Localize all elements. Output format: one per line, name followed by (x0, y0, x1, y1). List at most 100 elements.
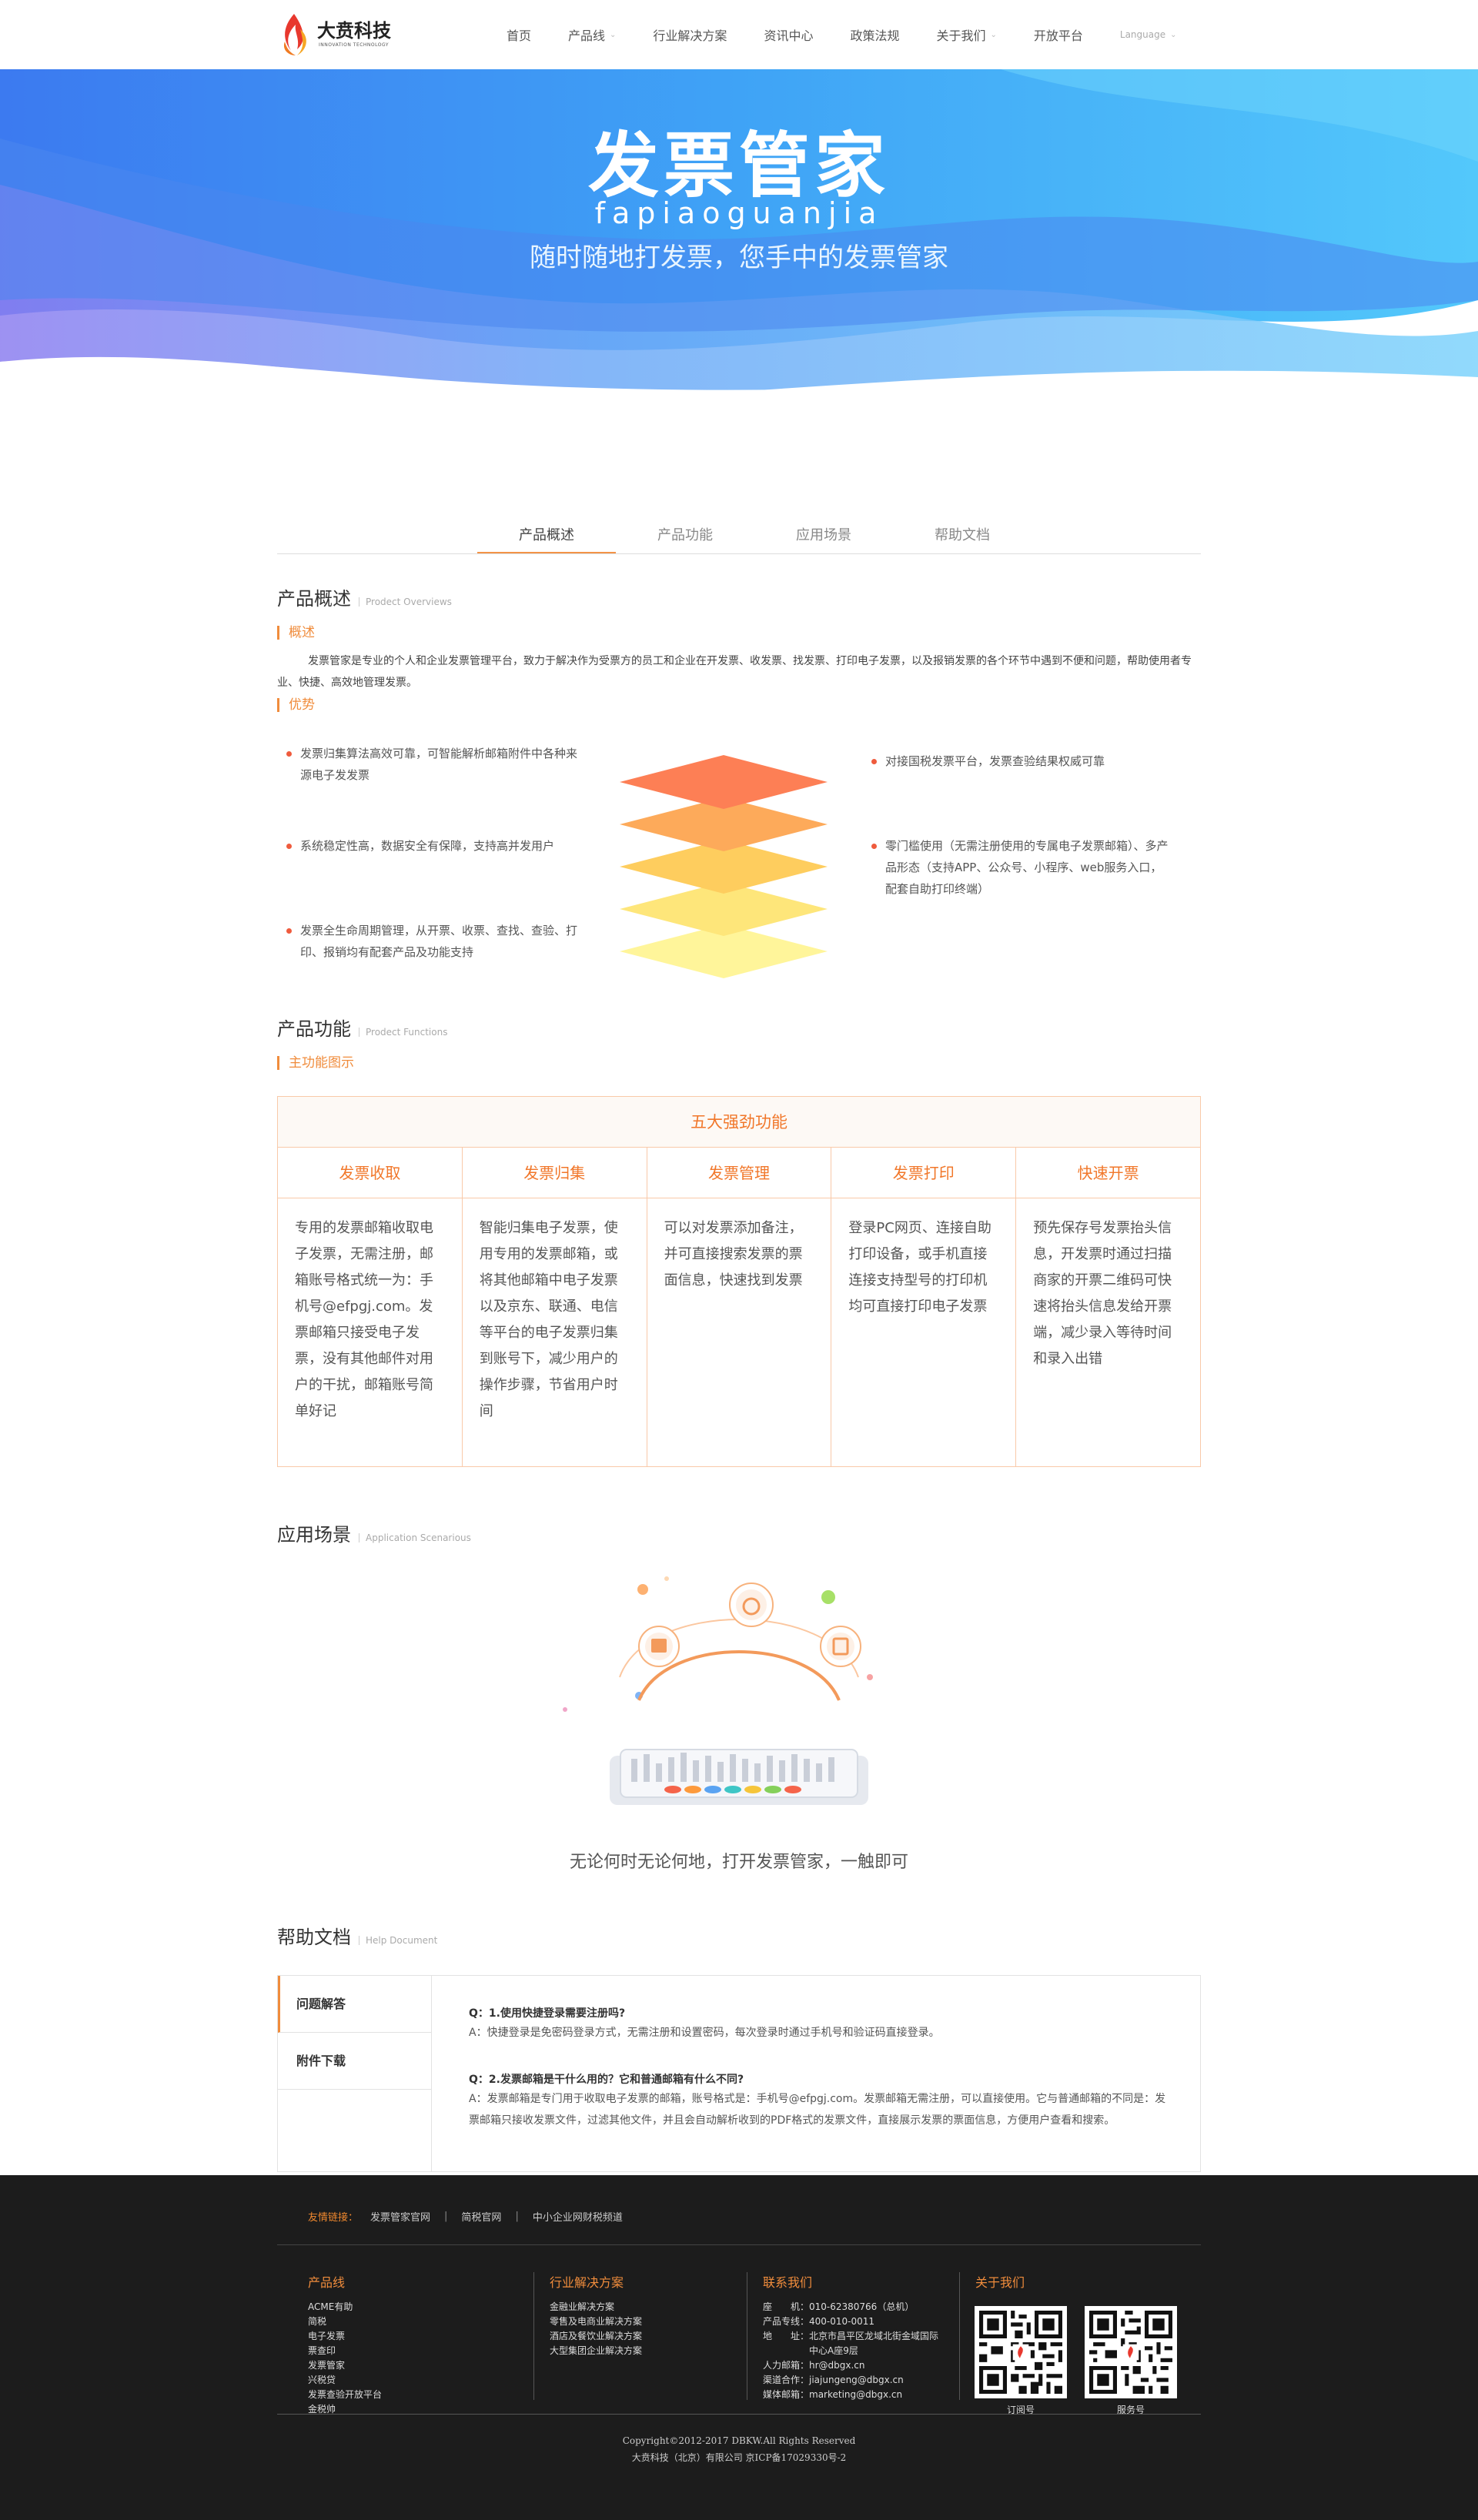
functions-title-en: Prodect Functions (359, 1028, 447, 1037)
hero-banner: 发票管家 fapiaoguanjia 随时随地打发票，您手中的发票管家 (0, 69, 1478, 416)
footer-divider-bottom (277, 2414, 1201, 2415)
function-name: 发票管理 (647, 1148, 831, 1198)
help-title-en: Help Document (359, 1936, 437, 1945)
nav-item[interactable]: 首页 (507, 25, 531, 44)
function-description: 登录PC网页、连接自助打印设备，或手机直接连接支持型号的打印机均可直接打印电子发… (848, 1220, 991, 1315)
overview-title-en: Prodect Overviews (359, 597, 452, 607)
footer-contact: 联系我们 座 机：010-62380766（总机） 产品专线：400-010-00… (747, 2272, 938, 2400)
footer-list-item: 媒体邮箱：marketing@dbgx.cn (763, 2389, 903, 2400)
footer-list-item[interactable]: 酒店及餐饮业解决方案 (550, 2329, 642, 2344)
function-column: 发票打印登录PC网页、连接自助打印设备，或手机直接连接支持型号的打印机均可直接打… (831, 1148, 1017, 1466)
friend-link[interactable]: 简税官网 (461, 2209, 501, 2224)
nav-item[interactable]: 关于我们 ⌄ (936, 25, 996, 44)
nav-item[interactable]: 资讯中心 (764, 25, 813, 44)
footer-list-item[interactable]: 金税帅 (308, 2402, 382, 2417)
qr-code-service (1085, 2306, 1177, 2398)
help-tab-downloads[interactable]: 附件下载 (278, 2033, 431, 2090)
footer-contact-list: 座 机：010-62380766（总机） 产品专线：400-010-0011 地 址… (763, 2300, 938, 2402)
footer-contact-title: 联系我们 (763, 2275, 813, 2290)
footer-list-item: 座 机：010-62380766（总机） (763, 2301, 915, 2312)
hero-slogan: 随时随地打发票，您手中的发票管家 (530, 242, 948, 273)
friend-links: 友情链接： 发票管家官网 | 简税官网 | 中小企业网财税频道 (308, 2209, 623, 2224)
help-title: 帮助文档 (277, 1927, 351, 1948)
footer-list-item[interactable]: 票查印 (308, 2344, 382, 2358)
footer-list-item[interactable]: 兴税贷 (308, 2373, 382, 2388)
bullet-dot (286, 844, 292, 849)
footer-list-item[interactable]: 发票管家 (308, 2358, 382, 2373)
nav-item-label: 首页 (507, 28, 532, 43)
nav-item[interactable]: 政策法规 (850, 25, 899, 44)
tab-item[interactable]: 产品概述 (477, 520, 616, 553)
function-description: 专用的发票邮箱收取电子发票，无需注册，邮箱账号格式统一为：手机号@efpgj.c… (295, 1220, 433, 1419)
help-box: 问题解答 附件下载 Q：1.使用快捷登录需要注册吗? A：快捷登录是免密码登录方… (277, 1975, 1201, 2172)
chevron-down-icon: ⌄ (990, 30, 997, 39)
icp-text: 大贲科技（北京）有限公司 京ICP备17029330号-2 (631, 2452, 847, 2463)
scene-caption: 无论何时无论何地，打开发票管家，一触即可 (569, 1853, 908, 1872)
bullet-dot (286, 751, 292, 757)
function-name: 发票收取 (278, 1148, 462, 1198)
hero-title: 发票管家 (587, 125, 890, 207)
copyright-text: Copyright©2012-2017 DBKW.All Rights Rese… (622, 2435, 856, 2446)
chevron-down-icon: ⌄ (1170, 30, 1177, 39)
main-nav: 首页 产品线 ⌄ 行业解决方案 资讯中心 政策法规 关于我们 ⌄ 开放平台 Language ⌄ (507, 0, 1214, 69)
friend-links-label: 友情链接： (308, 2212, 359, 2224)
footer-products: 产品线 ACME有助 简税 电子发票 票查印 发票管家 兴税贷 发票查验开放平台 金税帅 (308, 2272, 382, 2417)
functions-heading: 产品功能 Prodect Functions (277, 1014, 1201, 1041)
advantage-item: 零门槛使用（无需注册使用的专属电子发票邮箱）、多产品形态（支持APP、公众号、小… (862, 835, 1170, 900)
footer-about-title: 关于我们 (975, 2275, 1025, 2290)
nav-item-label: 政策法规 (850, 28, 900, 43)
footer-products-title: 产品线 (308, 2275, 346, 2290)
nav-item-label: 产品线 (568, 28, 606, 43)
overview-subtitle: 概述 (277, 626, 1201, 640)
bullet-dot (871, 844, 877, 849)
language-selector[interactable]: Language ⌄ (1120, 29, 1177, 40)
hero-pinyin: fapiaoguanjia (594, 196, 884, 230)
function-description: 预先保存号发票抬头信息，开发票时通过扫描商家的开票二维码可快速将抬头信息发给开票… (1033, 1220, 1172, 1367)
nav-item[interactable]: 行业解决方案 (653, 25, 727, 44)
footer-list-item[interactable]: ACME有助 (308, 2300, 382, 2314)
tablet-scene-illustration (563, 1576, 873, 1805)
layered-stack-illustration (620, 755, 828, 978)
advantage-item: 发票全生命周期管理，从开票、收票、查找、查验、打印、报销均有配套产品及功能支持 (277, 920, 577, 963)
logo-name: 大贲科技 (317, 20, 391, 42)
function-name: 快速开票 (1016, 1148, 1200, 1198)
scene-illustration (277, 1562, 1201, 1847)
footer-solutions-inner: 行业解决方案 金融业解决方案 零售及电商业解决方案 酒店及餐饮业解决方案 大型集团企业… (550, 2272, 642, 2358)
nav-item[interactable]: 开放平台 (1034, 25, 1083, 44)
footer-list-item[interactable]: 大型集团企业解决方案 (550, 2344, 642, 2358)
tab-item[interactable]: 帮助文档 (893, 520, 1032, 553)
advantages-panel: 发票归集算法高效可靠，可智能解析邮箱附件中各种来源电子发发票 系统稳定性高，数据… (277, 720, 1201, 997)
friend-link[interactable]: 发票管家官网 (370, 2209, 430, 2224)
overview-title: 产品概述 (277, 588, 351, 610)
friend-link[interactable]: 中小企业网财税频道 (533, 2209, 623, 2224)
footer-list-item: 人力邮箱：hr@dbgx.cn (763, 2360, 865, 2371)
footer-divider (277, 2244, 1201, 2245)
footer-products-list: ACME有助 简税 电子发票 票查印 发票管家 兴税贷 发票查验开放平台 金税帅 (308, 2300, 382, 2417)
function-description: 可以对发票添加备注，并可直接搜索发票的票面信息，快速找到发票 (664, 1220, 803, 1288)
help-heading: 帮助文档 Help Document (277, 1922, 1201, 1949)
function-column: 快速开票预先保存号发票抬头信息，开发票时通过扫描商家的开票二维码可快速将抬头信息… (1016, 1148, 1200, 1466)
main-content: 产品概述 产品功能 应用场景 帮助文档 产品概述 Prodect Overviews … (277, 520, 1201, 2172)
footer-list-item[interactable]: 金融业解决方案 (550, 2300, 642, 2314)
faq-answer: A：快捷登录是免密码登录方式，无需注册和设置密码，每次登录时通过手机号和验证码直… (469, 2027, 940, 2039)
nav-item[interactable]: 产品线 ⌄ (568, 25, 616, 44)
footer-list-item[interactable]: 发票查验开放平台 (308, 2388, 382, 2402)
footer-list-item[interactable]: 零售及电商业解决方案 (550, 2314, 642, 2329)
faq-question: Q：1.使用快捷登录需要注册吗? (469, 2007, 626, 2020)
footer-list-item[interactable]: 简税 (308, 2314, 382, 2329)
function-name: 发票打印 (831, 1148, 1016, 1198)
faq-item: Q：2.发票邮箱是干什么用的？它和普通邮箱有什么不同? A：发票邮箱是专门用于收… (469, 2071, 1169, 2131)
footer-list-item[interactable]: 电子发票 (308, 2329, 382, 2344)
logo-subtitle: INNOVATION TECHNOLOGY (319, 42, 390, 48)
site-header: 大贲科技 INNOVATION TECHNOLOGY 首页 产品线 ⌄ 行业解决方案 资… (0, 0, 1478, 69)
nav-item-label: 关于我们 (936, 28, 986, 43)
function-name: 发票归集 (462, 1148, 647, 1198)
tab-item[interactable]: 应用场景 (754, 520, 893, 553)
footer-list-item: 地 址：北京市昌平区龙域北街金域国际 (763, 2331, 939, 2341)
bullet-dot (286, 928, 292, 934)
tab-item[interactable]: 产品功能 (616, 520, 754, 553)
faq-answer: A：发票邮箱是专门用于收取电子发票的邮箱，账号格式是：手机号@efpgj.com… (469, 2093, 1166, 2127)
logo[interactable]: 大贲科技 INNOVATION TECHNOLOGY (277, 11, 391, 58)
nav-item-label: 行业解决方案 (653, 28, 727, 43)
help-tab-faq[interactable]: 问题解答 (278, 1976, 431, 2033)
